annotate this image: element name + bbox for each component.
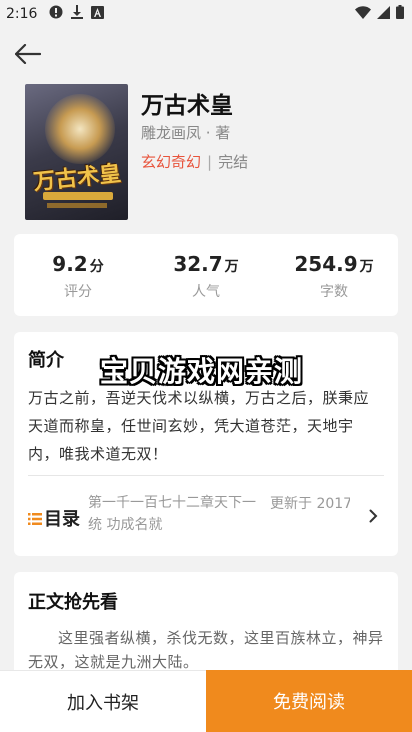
book-header: 万古术皇 万古术皇 雕龙画凤 · 著 玄幻奇幻 | 完结 — [0, 84, 412, 224]
stat-rating: 9.2 分 评分 — [14, 234, 142, 316]
chevron-right-icon — [369, 508, 378, 527]
signal-icon — [377, 5, 390, 23]
stat-unit: 万 — [359, 259, 374, 275]
status-tag: 完结 — [218, 153, 249, 171]
free-read-button[interactable]: 免费阅读 — [206, 670, 412, 732]
stats-card: 9.2 分 评分 32.7 万 人气 254.9 万 字数 — [14, 234, 398, 316]
stat-popularity: 32.7 万 人气 — [142, 234, 270, 316]
bottom-action-bar: 加入书架 免费阅读 — [0, 670, 412, 732]
stat-label: 评分 — [64, 284, 92, 300]
battery-icon — [396, 5, 404, 23]
stat-label: 人气 — [192, 284, 220, 300]
download-icon — [71, 5, 84, 23]
catalog-row[interactable]: 目录 第一千一百七十二章天下一统 功成名就 更新于 2017-04-0 — [28, 490, 384, 540]
book-author: 雕龙画凤 · 著 — [141, 124, 231, 142]
wifi-icon — [355, 5, 371, 23]
arrow-left-icon — [14, 43, 42, 68]
add-to-shelf-button[interactable]: 加入书架 — [0, 670, 206, 732]
book-title: 万古术皇 — [141, 93, 233, 119]
stat-value: 254.9 — [294, 252, 358, 276]
divider — [28, 475, 384, 476]
stat-label: 字数 — [320, 284, 348, 300]
preview-text: 这里强者纵横，杀伐无数，这里百族林立，神异无双，这就是九洲大陆。 — [28, 629, 384, 670]
status-time: 2:16 — [6, 6, 38, 22]
stat-value: 32.7 — [173, 252, 223, 276]
intro-card: 简介 万古之前，吾逆天伐术以纵横，万古之后，朕秉应天道而称皇，任世间玄妙，凭大道… — [14, 332, 398, 556]
stat-value: 9.2 — [52, 252, 88, 276]
stat-unit: 分 — [89, 259, 104, 275]
status-bar: 2:16 — [0, 0, 412, 28]
stat-word-count: 254.9 万 字数 — [270, 234, 398, 316]
cover-title: 万古术皇 — [32, 160, 123, 196]
back-button[interactable] — [10, 38, 46, 74]
book-tags: 玄幻奇幻 | 完结 — [141, 151, 248, 172]
preview-card: 正文抢先看 这里强者纵横，杀伐无数，这里百族林立，神异无双，这就是九洲大陆。 — [14, 572, 398, 670]
preview-heading: 正文抢先看 — [28, 592, 118, 613]
update-date: 更新于 2017-04-0 — [270, 496, 350, 512]
intro-text: 万古之前，吾逆天伐术以纵横，万古之后，朕秉应天道而称皇，任世间玄妙，凭大道苍茫，… — [28, 389, 370, 463]
stat-unit: 万 — [224, 259, 239, 275]
content-scroll[interactable]: 万古术皇 万古术皇 雕龙画凤 · 著 玄幻奇幻 | 完结 9.2 分 评分 32.… — [0, 84, 412, 670]
font-app-icon — [91, 5, 105, 23]
nav-bar — [0, 28, 412, 84]
genre-tag[interactable]: 玄幻奇幻 — [141, 151, 201, 172]
catalog-label: 目录 — [44, 509, 80, 530]
tag-separator: | — [207, 152, 213, 171]
alert-icon — [49, 5, 63, 23]
intro-heading: 简介 — [28, 350, 64, 371]
book-cover[interactable]: 万古术皇 — [25, 84, 128, 220]
list-icon — [28, 510, 42, 529]
latest-chapter: 第一千一百七十二章天下一统 功成名就 — [88, 495, 256, 533]
